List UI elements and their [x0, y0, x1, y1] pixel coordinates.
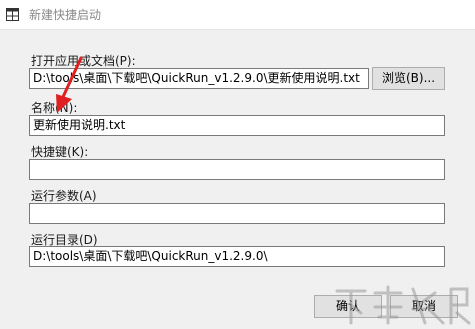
params-input[interactable]: [29, 203, 445, 224]
path-input[interactable]: D:\tools\桌面\下载吧\QuickRun_v1.2.9.0\更新使用说明…: [29, 68, 369, 89]
hotkey-label: 快捷键(K):: [31, 145, 89, 159]
name-input[interactable]: 更新使用说明.txt: [29, 115, 445, 136]
params-label: 运行参数(A): [31, 189, 97, 203]
new-shortcut-dialog: 新建快捷启动 打开应用或文档(P): D:\tools\桌面\下载吧\Quick…: [0, 0, 475, 329]
window-title: 新建快捷启动: [29, 8, 102, 22]
dir-input[interactable]: D:\tools\桌面\下载吧\QuickRun_v1.2.9.0\: [29, 246, 445, 267]
path-label: 打开应用或文档(P):: [31, 54, 136, 68]
cancel-button[interactable]: 取消: [390, 295, 458, 318]
title-bar[interactable]: 新建快捷启动: [0, 0, 475, 30]
browse-button[interactable]: 浏览(B)...: [372, 67, 445, 90]
name-label: 名称(N):: [31, 101, 78, 115]
grid-window-icon: [6, 8, 19, 21]
hotkey-input[interactable]: [29, 159, 445, 180]
ok-button[interactable]: 确认: [314, 295, 382, 318]
